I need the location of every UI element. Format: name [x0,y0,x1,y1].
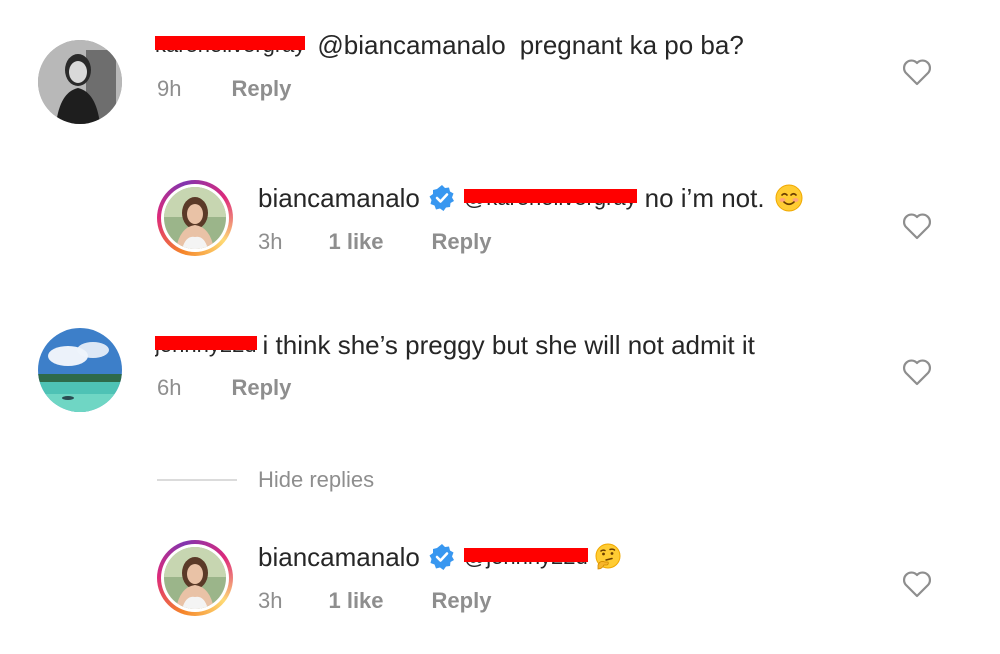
comment-text: pregnant ka po ba? [519,30,744,60]
heart-icon[interactable] [902,58,932,86]
username[interactable]: biancamanalo [258,183,420,213]
comment-3-line: johnny22d i think she’s preggy but she w… [155,330,755,360]
verified-badge-icon [429,185,454,211]
smiling-face-icon [775,184,803,212]
timestamp: 3h [258,588,283,613]
likes-count[interactable]: 1 like [328,588,383,614]
redaction-bar [463,548,588,562]
reply-button[interactable]: Reply [231,375,291,401]
avatar-commenter-2[interactable] [38,328,122,412]
redacted-mention: @johnny22d [463,542,588,572]
timestamp: 3h [258,229,283,254]
comment-text: no i’m not. [644,183,765,213]
redacted-mention: @karenoilvergray [463,183,637,213]
comment-2-line: biancamanalo @karenoilvergray no i’m not… [258,183,803,213]
comment-3-meta: 6h Reply [157,375,291,401]
reply-button[interactable]: Reply [231,76,291,102]
timestamp: 6h [157,375,182,400]
avatar-biancamanalo-1[interactable] [157,180,233,256]
redaction-bar [155,336,257,350]
heart-icon[interactable] [902,358,932,386]
comment-4-line: biancamanalo @johnny22d [258,542,622,572]
comment-2-meta: 3h 1 like Reply [258,229,491,255]
comment-text: i think she’s preggy but she will not ad… [262,330,755,360]
redaction-bar [463,189,637,203]
hide-replies-divider [157,479,237,481]
heart-icon[interactable] [902,570,932,598]
reply-button[interactable]: Reply [432,588,492,614]
avatar-biancamanalo-2[interactable] [157,540,233,616]
heart-icon[interactable] [902,212,932,240]
redaction-bar [155,36,306,50]
verified-badge-icon [429,544,454,570]
hide-replies-button[interactable]: Hide replies [258,467,374,493]
comment-1-line: karenoilvergray @biancamanalo pregnant k… [155,30,744,60]
thinking-face-icon [595,543,621,570]
redacted-username: karenoilvergray [155,30,306,60]
comment-1-meta: 9h Reply [157,76,291,102]
timestamp: 9h [157,76,182,101]
mention-link[interactable]: @biancamanalo [317,30,505,60]
likes-count[interactable]: 1 like [328,229,383,255]
avatar-commenter-1[interactable] [38,40,122,124]
redacted-username: johnny22d [155,330,257,360]
username[interactable]: biancamanalo [258,542,420,572]
reply-button[interactable]: Reply [432,229,492,255]
comment-4-meta: 3h 1 like Reply [258,588,491,614]
